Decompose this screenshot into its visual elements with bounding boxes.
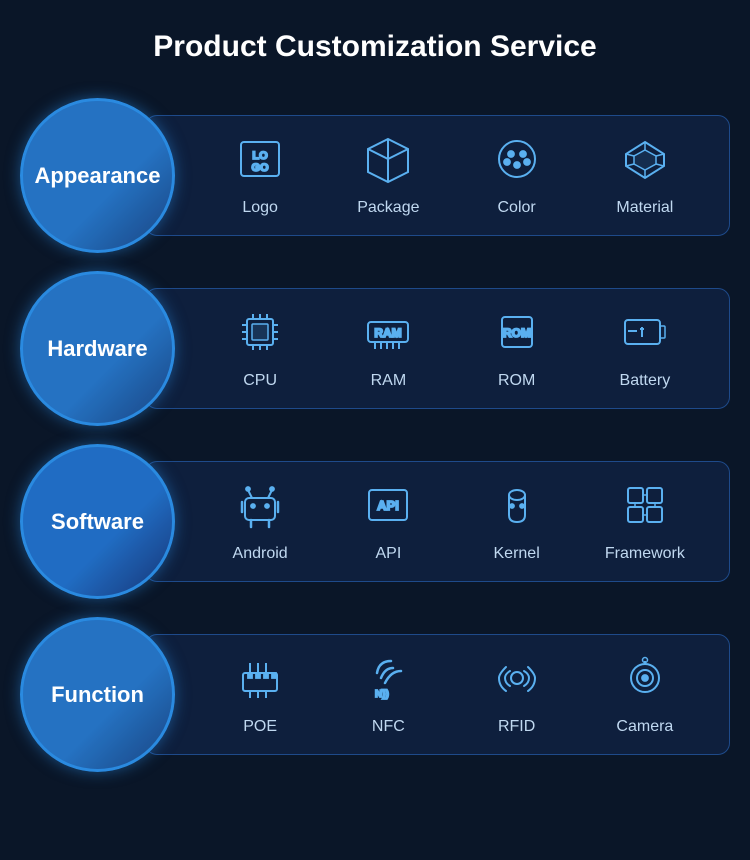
section-software: Software Android API API Kernel — [20, 444, 730, 599]
material-icon — [620, 134, 670, 191]
framework-label: Framework — [605, 545, 685, 563]
framework-icon — [620, 480, 670, 537]
item-poe: POE — [215, 653, 305, 736]
item-rfid: RFID — [472, 653, 562, 736]
item-logo: LO GO Logo — [215, 134, 305, 217]
color-icon — [492, 134, 542, 191]
section-hardware: Hardware CPU RAM RAM ROM ROM — [20, 271, 730, 426]
nfc-label: NFC — [372, 718, 405, 736]
ram-label: RAM — [371, 372, 407, 390]
material-label: Material — [616, 199, 673, 217]
camera-label: Camera — [616, 718, 673, 736]
nfc-icon: N)) — [363, 653, 413, 710]
api-icon: API — [363, 480, 413, 537]
kernel-icon — [492, 480, 542, 537]
android-icon — [235, 480, 285, 537]
item-nfc: N)) NFC — [343, 653, 433, 736]
battery-label: Battery — [620, 372, 671, 390]
item-kernel: Kernel — [472, 480, 562, 563]
circle-function: Function — [20, 617, 175, 772]
kernel-label: Kernel — [494, 545, 540, 563]
color-label: Color — [498, 199, 536, 217]
package-icon — [363, 134, 413, 191]
svg-text:API: API — [378, 498, 400, 513]
svg-text:GO: GO — [252, 162, 270, 174]
rfid-icon — [492, 653, 542, 710]
package-label: Package — [357, 199, 419, 217]
api-label: API — [375, 545, 401, 563]
logo-label: Logo — [242, 199, 278, 217]
items-box-appearance: LO GO Logo Package Color Material — [145, 115, 730, 236]
poe-icon — [235, 653, 285, 710]
section-appearance: Appearance LO GO Logo Package Color — [20, 98, 730, 253]
rom-icon: ROM — [492, 307, 542, 364]
item-framework: Framework — [600, 480, 690, 563]
item-api: API API — [343, 480, 433, 563]
logo-icon: LO GO — [235, 134, 285, 191]
item-rom: ROM ROM — [472, 307, 562, 390]
section-function: Function POE N)) NFC RFID — [20, 617, 730, 772]
svg-text:N)): N)) — [375, 689, 389, 700]
circle-hardware: Hardware — [20, 271, 175, 426]
items-box-hardware: CPU RAM RAM ROM ROM Battery — [145, 288, 730, 409]
svg-text:LO: LO — [252, 150, 268, 162]
page-title: Product Customization Service — [20, 20, 730, 74]
item-ram: RAM RAM — [343, 307, 433, 390]
item-camera: Camera — [600, 653, 690, 736]
circle-appearance: Appearance — [20, 98, 175, 253]
svg-text:RAM: RAM — [375, 326, 402, 340]
item-color: Color — [472, 134, 562, 217]
items-box-software: Android API API Kernel Framework — [145, 461, 730, 582]
android-label: Android — [233, 545, 288, 563]
rom-label: ROM — [498, 372, 535, 390]
poe-label: POE — [243, 718, 277, 736]
camera-icon — [620, 653, 670, 710]
battery-icon — [620, 307, 670, 364]
item-android: Android — [215, 480, 305, 563]
items-box-function: POE N)) NFC RFID Camera — [145, 634, 730, 755]
item-battery: Battery — [600, 307, 690, 390]
item-material: Material — [600, 134, 690, 217]
rfid-label: RFID — [498, 718, 535, 736]
svg-text:ROM: ROM — [503, 326, 531, 340]
item-cpu: CPU — [215, 307, 305, 390]
circle-software: Software — [20, 444, 175, 599]
cpu-icon — [235, 307, 285, 364]
item-package: Package — [343, 134, 433, 217]
cpu-label: CPU — [243, 372, 277, 390]
ram-icon: RAM — [363, 307, 413, 364]
